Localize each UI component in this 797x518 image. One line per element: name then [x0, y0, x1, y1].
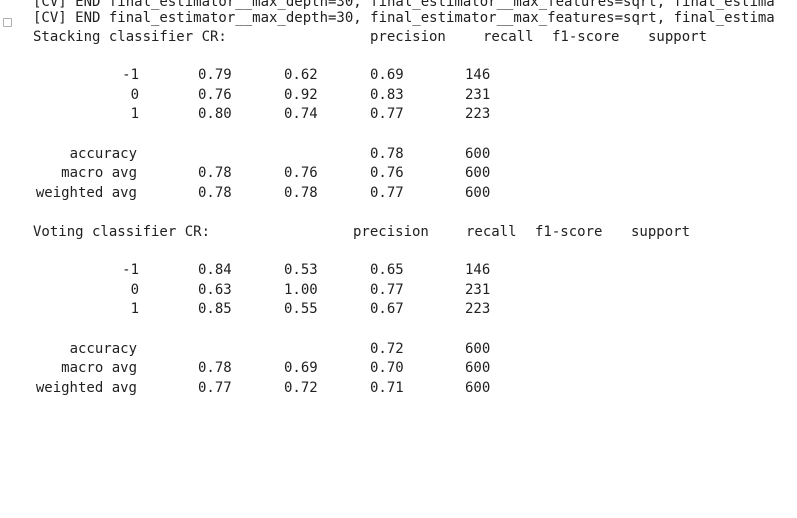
- cell-value: 223: [465, 106, 491, 122]
- table-row: 0 0.63 1.00 0.77 231: [33, 280, 793, 300]
- cell-value: 0.92: [284, 87, 318, 103]
- row-label: -1: [122, 67, 139, 83]
- cell-value: 0.72: [284, 380, 318, 396]
- cell-value: 0.78: [198, 360, 232, 376]
- row-label: macro avg: [61, 165, 137, 181]
- row-label: 1: [130, 106, 139, 122]
- log-line: [CV] END final_estimator__max_depth=30, …: [33, 10, 775, 26]
- cell-value: 0.69: [370, 67, 404, 83]
- cell-value: 0.55: [284, 301, 318, 317]
- cell-value: 0.79: [198, 67, 232, 83]
- row-label: 1: [130, 301, 139, 317]
- header-precision: precision: [353, 224, 429, 240]
- output-gutter: [0, 0, 14, 427]
- header-support: support: [631, 224, 691, 240]
- cell-value: 231: [465, 87, 491, 103]
- cell-value: 0.77: [370, 282, 404, 298]
- cell-value: 0.78: [198, 165, 232, 181]
- cell-value: 0.85: [198, 301, 232, 317]
- cell-value: 600: [465, 146, 491, 162]
- cell-value: 0.76: [284, 165, 318, 181]
- cell-value: 0.62: [284, 67, 318, 83]
- accuracy-row: accuracy 0.78 600: [33, 144, 793, 164]
- header-f1-score: f1-score: [535, 224, 603, 240]
- cell-value: 0.78: [198, 185, 232, 201]
- row-label: weighted avg: [35, 185, 137, 201]
- row-label: accuracy: [69, 146, 137, 162]
- cell-value: 0.76: [370, 165, 404, 181]
- weighted-avg-row: weighted avg 0.78 0.78 0.77 600: [33, 183, 793, 203]
- header-f1-score: f1-score: [552, 29, 620, 45]
- cell-value: 0.72: [370, 341, 404, 357]
- macro-avg-row: macro avg 0.78 0.69 0.70 600: [33, 358, 793, 378]
- cell-value: 0.78: [284, 185, 318, 201]
- row-label: -1: [122, 262, 139, 278]
- cell-value: 600: [465, 165, 491, 181]
- cell-value: 600: [465, 360, 491, 376]
- cell-value: 0.74: [284, 106, 318, 122]
- cell-value: 0.76: [198, 87, 232, 103]
- cell-value: 223: [465, 301, 491, 317]
- row-label: 0: [130, 282, 139, 298]
- cell-value: 0.84: [198, 262, 232, 278]
- header-recall: recall: [483, 29, 534, 45]
- output-collapse-icon[interactable]: [3, 18, 12, 27]
- cell-value: 146: [465, 67, 491, 83]
- cell-value: 600: [465, 185, 491, 201]
- cell-output: [CV] END final_estimator__max_depth=30, …: [33, 0, 797, 427]
- table-row: 0 0.76 0.92 0.83 231: [33, 85, 793, 105]
- cell-value: 600: [465, 380, 491, 396]
- cell-value: 0.71: [370, 380, 404, 396]
- cell-value: 0.67: [370, 301, 404, 317]
- cell-value: 0.77: [198, 380, 232, 396]
- cell-value: 0.69: [284, 360, 318, 376]
- cell-value: 0.63: [198, 282, 232, 298]
- table-row: -1 0.79 0.62 0.69 146: [33, 65, 793, 85]
- row-label: accuracy: [69, 341, 137, 357]
- report-title-row: Voting classifier CR: precision recall f…: [33, 222, 793, 242]
- cell-value: 600: [465, 341, 491, 357]
- accuracy-row: accuracy 0.72 600: [33, 339, 793, 359]
- cell-value: 0.65: [370, 262, 404, 278]
- cell-value: 231: [465, 282, 491, 298]
- row-label: weighted avg: [35, 380, 137, 396]
- cell-value: 0.83: [370, 87, 404, 103]
- row-label: 0: [130, 87, 139, 103]
- report-title: Stacking classifier CR:: [33, 29, 227, 45]
- cell-value: 0.80: [198, 106, 232, 122]
- table-row: -1 0.84 0.53 0.65 146: [33, 260, 793, 280]
- cell-value: 0.53: [284, 262, 318, 278]
- cell-value: 0.77: [370, 185, 404, 201]
- row-label: macro avg: [61, 360, 137, 376]
- header-support: support: [648, 29, 708, 45]
- header-recall: recall: [466, 224, 517, 240]
- cell-value: 1.00: [284, 282, 318, 298]
- macro-avg-row: macro avg 0.78 0.76 0.76 600: [33, 163, 793, 183]
- table-row: 1 0.85 0.55 0.67 223: [33, 299, 793, 319]
- report-title-row: Stacking classifier CR: precision recall…: [33, 27, 793, 47]
- weighted-avg-row: weighted avg 0.77 0.72 0.71 600: [33, 378, 793, 398]
- cell-value: 0.78: [370, 146, 404, 162]
- cell-value: 146: [465, 262, 491, 278]
- report-title: Voting classifier CR:: [33, 224, 211, 240]
- table-row: 1 0.80 0.74 0.77 223: [33, 104, 793, 124]
- header-precision: precision: [370, 29, 446, 45]
- cell-value: 0.77: [370, 106, 404, 122]
- cell-value: 0.70: [370, 360, 404, 376]
